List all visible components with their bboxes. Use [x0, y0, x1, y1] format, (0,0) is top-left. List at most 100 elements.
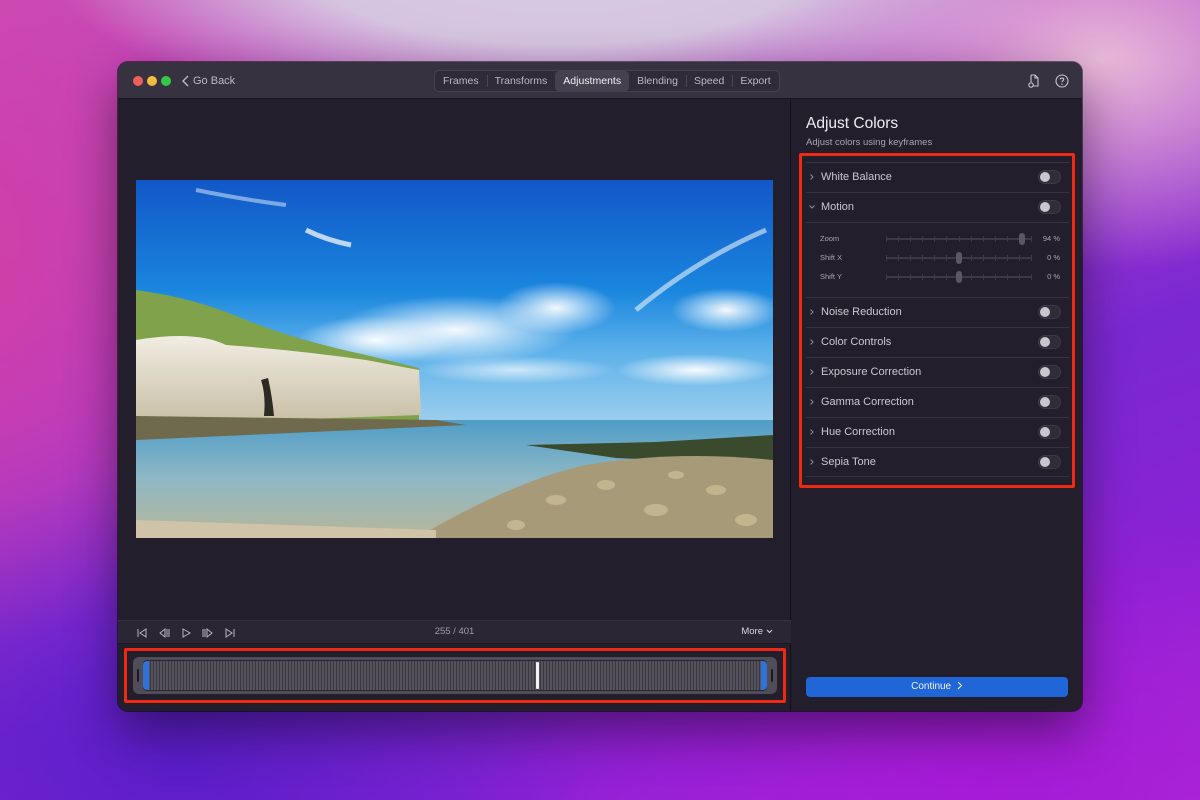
slider-tick [982, 274, 984, 280]
slider-tick [994, 255, 996, 261]
adjustments-list: White Balance Motion Zoom 94 % Shift X0 % Shi… [806, 162, 1069, 477]
export-document-icon[interactable] [1026, 73, 1042, 89]
tab-transforms[interactable]: Transforms [486, 71, 556, 91]
help-icon[interactable] [1054, 73, 1070, 89]
slider-label: Shift Y [820, 272, 842, 281]
trim-start-handle[interactable] [143, 661, 149, 690]
adjustment-row-noise-reduction[interactable]: Noise Reduction [806, 297, 1069, 327]
slider-thumb[interactable] [955, 252, 962, 264]
slider-thumb[interactable] [1019, 233, 1026, 245]
slider-tick [910, 255, 912, 261]
zoom-window-button[interactable] [161, 76, 171, 86]
more-menu-button[interactable]: More [741, 626, 773, 637]
zoom-slider[interactable] [886, 233, 1032, 245]
go-back-label: Go Back [193, 75, 236, 87]
toggle-hue-correction[interactable] [1038, 425, 1061, 439]
close-window-button[interactable] [133, 76, 143, 86]
toggle-sepia-tone[interactable] [1038, 455, 1061, 469]
tab-frames[interactable]: Frames [435, 71, 487, 91]
adjustment-row-gamma-correction[interactable]: Gamma Correction [806, 387, 1069, 417]
toggle-knob [1040, 427, 1050, 437]
toggle-gamma-correction[interactable] [1038, 395, 1061, 409]
slider-tick [970, 236, 972, 242]
chevron-down-icon[interactable] [808, 203, 816, 211]
slider-tick [1018, 274, 1020, 280]
slider-tick [982, 236, 984, 242]
timeline-scrubber[interactable] [133, 657, 777, 694]
shift-x-slider[interactable] [886, 252, 1032, 264]
slider-tick [982, 255, 984, 261]
toggle-knob [1040, 397, 1050, 407]
slider-tick [994, 274, 996, 280]
tab-export[interactable]: Export [732, 71, 778, 91]
chevron-down-icon [766, 629, 773, 634]
slider-tick [994, 236, 996, 242]
chevron-right-icon[interactable] [808, 308, 816, 316]
playhead[interactable] [536, 662, 540, 689]
left-grip-icon [137, 669, 139, 682]
chevron-right-icon[interactable] [808, 173, 816, 181]
slider-tick [970, 274, 972, 280]
motion-settings: Zoom 94 % Shift X 0 % Shift Y 0 % [806, 222, 1069, 297]
adjustment-row-color-controls[interactable]: Color Controls [806, 327, 1069, 357]
slider-tick [910, 274, 912, 280]
adjustment-row-motion[interactable]: Motion [806, 192, 1069, 222]
continue-label: Continue [911, 681, 952, 692]
toggle-exposure-correction[interactable] [1038, 365, 1061, 379]
shift-y-slider[interactable] [886, 271, 1032, 283]
toggle-knob [1040, 172, 1050, 182]
slider-tick [946, 274, 948, 280]
title-bar: Go Back Frames Transforms Adjustments Bl… [118, 62, 1082, 99]
trim-end-handle[interactable] [761, 661, 767, 690]
slider-tick [946, 236, 948, 242]
right-grip-icon [771, 669, 773, 682]
adjustment-row-sepia-tone[interactable]: Sepia Tone [806, 447, 1069, 477]
playback-controls: 255 / 401 More [118, 620, 791, 644]
toggle-motion[interactable] [1038, 200, 1061, 214]
slider-value: 0 % [1047, 253, 1060, 262]
chevron-right-icon[interactable] [808, 398, 816, 406]
preview-image [136, 180, 773, 538]
panel-title: Adjust Colors [806, 115, 899, 132]
minimize-window-button[interactable] [147, 76, 157, 86]
toggle-color-controls[interactable] [1038, 335, 1061, 349]
go-back-button[interactable]: Go Back [182, 73, 235, 89]
toggle-knob [1040, 367, 1050, 377]
slider-tick [910, 236, 912, 242]
chevron-right-icon[interactable] [808, 458, 816, 466]
slider-tick [898, 255, 900, 261]
adjustment-label: Hue Correction [821, 426, 895, 438]
continue-button[interactable]: Continue [806, 677, 1068, 697]
tab-speed[interactable]: Speed [685, 71, 732, 91]
chevron-right-icon[interactable] [808, 368, 816, 376]
adjustment-label: Motion [821, 201, 855, 213]
adjustment-row-hue-correction[interactable]: Hue Correction [806, 417, 1069, 447]
slider-value: 94 % [1042, 234, 1060, 243]
slider-tick [922, 255, 924, 261]
chevron-right-icon[interactable] [808, 428, 816, 436]
tab-blending[interactable]: Blending [629, 71, 686, 91]
slider-value: 0 % [1047, 272, 1060, 281]
chevron-right-icon[interactable] [808, 338, 816, 346]
slider-tick [898, 236, 900, 242]
adjustment-row-white-balance[interactable]: White Balance [806, 162, 1069, 192]
tab-adjustments[interactable]: Adjustments [555, 71, 630, 91]
slider-tick [970, 255, 972, 261]
adjustments-panel: Adjust Colors Adjust colors using keyfra… [792, 100, 1082, 711]
slider-tick [1031, 255, 1032, 261]
slider-tick [1031, 236, 1032, 242]
slider-tick [1006, 255, 1008, 261]
toggle-noise-reduction[interactable] [1038, 305, 1061, 319]
toggle-white-balance[interactable] [1038, 170, 1061, 184]
slider-tick [1006, 236, 1008, 242]
adjustment-row-exposure-correction[interactable]: Exposure Correction [806, 357, 1069, 387]
slider-row-zoom: Zoom 94 % [820, 232, 1069, 246]
slider-tick [886, 255, 887, 261]
slider-thumb[interactable] [955, 271, 962, 283]
adjustment-label: Exposure Correction [821, 366, 922, 378]
slider-tick [934, 236, 936, 242]
slider-row-shift-y: Shift Y 0 % [820, 270, 1069, 284]
slider-tick [1006, 274, 1008, 280]
slider-row-shift-x: Shift X 0 % [820, 251, 1069, 265]
frame-strip[interactable] [143, 660, 767, 691]
